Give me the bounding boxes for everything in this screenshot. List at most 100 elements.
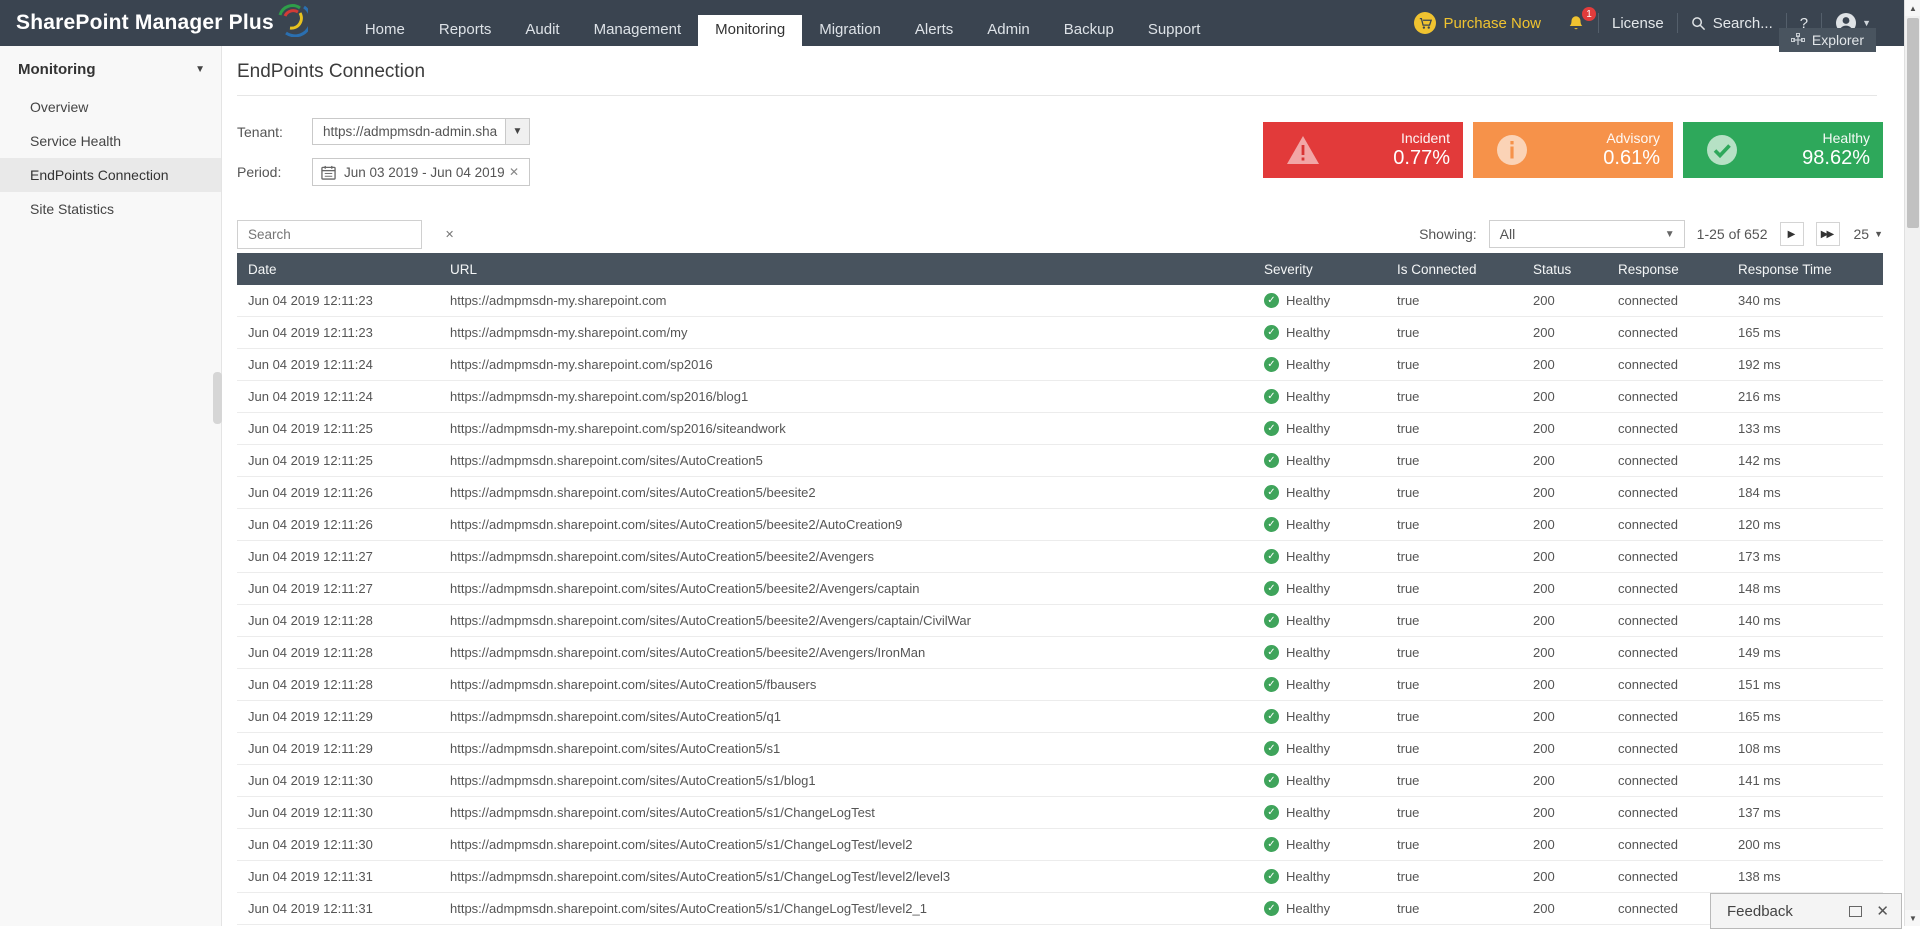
table-row[interactable]: Jun 04 2019 12:11:28https://admpmsdn.sha… <box>237 637 1883 669</box>
tab-support[interactable]: Support <box>1131 15 1218 46</box>
table-row[interactable]: Jun 04 2019 12:11:30https://admpmsdn.sha… <box>237 765 1883 797</box>
column-header-url[interactable]: URL <box>439 262 1253 277</box>
explorer-button[interactable]: Explorer <box>1779 28 1876 52</box>
period-clear-icon[interactable]: ✕ <box>507 165 521 179</box>
cell-response: connected <box>1607 453 1727 468</box>
cell-response: connected <box>1607 741 1727 756</box>
cell-date: Jun 04 2019 12:11:25 <box>237 421 439 436</box>
tab-monitoring[interactable]: Monitoring <box>698 15 802 46</box>
healthy-check-icon: ✓ <box>1264 709 1279 724</box>
table-row[interactable]: Jun 04 2019 12:11:31https://admpmsdn.sha… <box>237 893 1883 925</box>
next-page-button[interactable]: ▶ <box>1780 222 1804 246</box>
table-row[interactable]: Jun 04 2019 12:11:30https://admpmsdn.sha… <box>237 797 1883 829</box>
showing-filter-select[interactable]: All ▼ <box>1489 220 1685 248</box>
table-row[interactable]: Jun 04 2019 12:11:27https://admpmsdn.sha… <box>237 573 1883 605</box>
table-row[interactable]: Jun 04 2019 12:11:28https://admpmsdn.sha… <box>237 605 1883 637</box>
column-header-severity[interactable]: Severity <box>1253 262 1386 277</box>
tab-backup[interactable]: Backup <box>1047 15 1131 46</box>
period-picker[interactable]: Jun 03 2019 - Jun 04 2019 ✕ <box>312 158 530 186</box>
column-header-response[interactable]: Response <box>1607 262 1727 277</box>
table-row[interactable]: Jun 04 2019 12:11:26https://admpmsdn.sha… <box>237 509 1883 541</box>
tab-reports[interactable]: Reports <box>422 15 509 46</box>
calendar-icon <box>321 165 336 180</box>
tab-home[interactable]: Home <box>348 15 422 46</box>
table-row[interactable]: Jun 04 2019 12:11:24https://admpmsdn-my.… <box>237 381 1883 413</box>
feedback-bar[interactable]: Feedback ✕ <box>1710 893 1902 929</box>
table-row[interactable]: Jun 04 2019 12:11:25https://admpmsdn-my.… <box>237 413 1883 445</box>
cell-url: https://admpmsdn-my.sharepoint.com/sp201… <box>439 389 1253 404</box>
cell-response-time: 200 ms <box>1727 837 1883 852</box>
cell-response-time: 165 ms <box>1727 325 1883 340</box>
severity-label: Healthy <box>1286 517 1330 532</box>
scrollbar-thumb[interactable] <box>1907 18 1919 228</box>
table-row[interactable]: Jun 04 2019 12:11:28https://admpmsdn.sha… <box>237 669 1883 701</box>
sidebar-section-monitoring[interactable]: Monitoring ▼ <box>0 46 221 90</box>
table-row[interactable]: Jun 04 2019 12:11:31https://admpmsdn.sha… <box>237 861 1883 893</box>
column-header-date[interactable]: Date <box>237 262 439 277</box>
cell-response-time: 173 ms <box>1727 549 1883 564</box>
column-header-response-time[interactable]: Response Time <box>1727 262 1883 277</box>
page-scrollbar[interactable]: ▲ ▼ <box>1904 0 1920 926</box>
cell-date: Jun 04 2019 12:11:31 <box>237 869 439 884</box>
global-search-button[interactable]: Search... <box>1678 15 1786 32</box>
notifications-button[interactable]: 1 <box>1554 14 1598 32</box>
cell-response: connected <box>1607 421 1727 436</box>
table-row[interactable]: Jun 04 2019 12:11:23https://admpmsdn-my.… <box>237 285 1883 317</box>
search-clear-icon[interactable]: ✕ <box>435 228 464 241</box>
sidebar-item-overview[interactable]: Overview <box>0 90 221 124</box>
cell-response: connected <box>1607 293 1727 308</box>
table-row[interactable]: Jun 04 2019 12:11:25https://admpmsdn.sha… <box>237 445 1883 477</box>
cell-date: Jun 04 2019 12:11:28 <box>237 677 439 692</box>
cell-is-connected: true <box>1386 517 1522 532</box>
page-size-select[interactable]: 25 ▼ <box>1854 226 1884 242</box>
healthy-check-icon: ✓ <box>1264 581 1279 596</box>
feedback-maximize-icon[interactable] <box>1849 906 1862 917</box>
showing-label: Showing: <box>1419 226 1477 242</box>
status-card-advisory: Advisory0.61% <box>1473 122 1673 178</box>
table-row[interactable]: Jun 04 2019 12:11:27https://admpmsdn.sha… <box>237 541 1883 573</box>
tenant-select[interactable]: https://admpmsdn-admin.sha ▼ <box>312 118 530 145</box>
global-search-label: Search... <box>1713 15 1773 32</box>
top-bar: SharePoint Manager Plus HomeReportsAudit… <box>0 0 1920 46</box>
cell-response-time: 192 ms <box>1727 357 1883 372</box>
sidebar-item-site-statistics[interactable]: Site Statistics <box>0 192 221 226</box>
scrollbar-down-arrow[interactable]: ▼ <box>1905 910 1920 926</box>
sidebar-collapse-handle[interactable] <box>213 372 222 424</box>
period-filter-row: Period: Jun 03 2019 - Jun 04 2019 ✕ <box>237 158 530 186</box>
cell-status: 200 <box>1522 485 1607 500</box>
cell-response: connected <box>1607 389 1727 404</box>
cell-status: 200 <box>1522 741 1607 756</box>
tab-management[interactable]: Management <box>577 15 699 46</box>
main-content: EndPoints Connection Tenant: https://adm… <box>222 46 1904 926</box>
license-button[interactable]: License <box>1599 15 1677 32</box>
tab-alerts[interactable]: Alerts <box>898 15 970 46</box>
table-row[interactable]: Jun 04 2019 12:11:23https://admpmsdn-my.… <box>237 317 1883 349</box>
tab-migration[interactable]: Migration <box>802 15 898 46</box>
purchase-now-button[interactable]: Purchase Now <box>1401 12 1554 34</box>
sidebar-item-service-health[interactable]: Service Health <box>0 124 221 158</box>
cell-date: Jun 04 2019 12:11:27 <box>237 549 439 564</box>
table-row[interactable]: Jun 04 2019 12:11:29https://admpmsdn.sha… <box>237 701 1883 733</box>
tab-admin[interactable]: Admin <box>970 15 1047 46</box>
table-search-input[interactable] <box>238 227 435 242</box>
cell-date: Jun 04 2019 12:11:23 <box>237 293 439 308</box>
healthy-check-icon: ✓ <box>1264 901 1279 916</box>
cell-is-connected: true <box>1386 709 1522 724</box>
column-header-status[interactable]: Status <box>1522 262 1607 277</box>
table-row[interactable]: Jun 04 2019 12:11:24https://admpmsdn-my.… <box>237 349 1883 381</box>
feedback-close-icon[interactable]: ✕ <box>1876 904 1889 919</box>
scrollbar-up-arrow[interactable]: ▲ <box>1905 0 1920 16</box>
chevron-down-icon: ▼ <box>1874 229 1883 239</box>
explorer-label: Explorer <box>1812 32 1864 48</box>
sidebar-item-endpoints-connection[interactable]: EndPoints Connection <box>0 158 221 192</box>
app-logo: SharePoint Manager Plus <box>16 9 308 37</box>
table-row[interactable]: Jun 04 2019 12:11:26https://admpmsdn.sha… <box>237 477 1883 509</box>
info-circle-icon <box>1495 133 1529 167</box>
tab-audit[interactable]: Audit <box>508 15 576 46</box>
last-page-button[interactable]: ▶▶ <box>1816 222 1840 246</box>
cell-is-connected: true <box>1386 453 1522 468</box>
table-row[interactable]: Jun 04 2019 12:11:29https://admpmsdn.sha… <box>237 733 1883 765</box>
column-header-is-connected[interactable]: Is Connected <box>1386 262 1522 277</box>
table-row[interactable]: Jun 04 2019 12:11:30https://admpmsdn.sha… <box>237 829 1883 861</box>
cell-status: 200 <box>1522 389 1607 404</box>
